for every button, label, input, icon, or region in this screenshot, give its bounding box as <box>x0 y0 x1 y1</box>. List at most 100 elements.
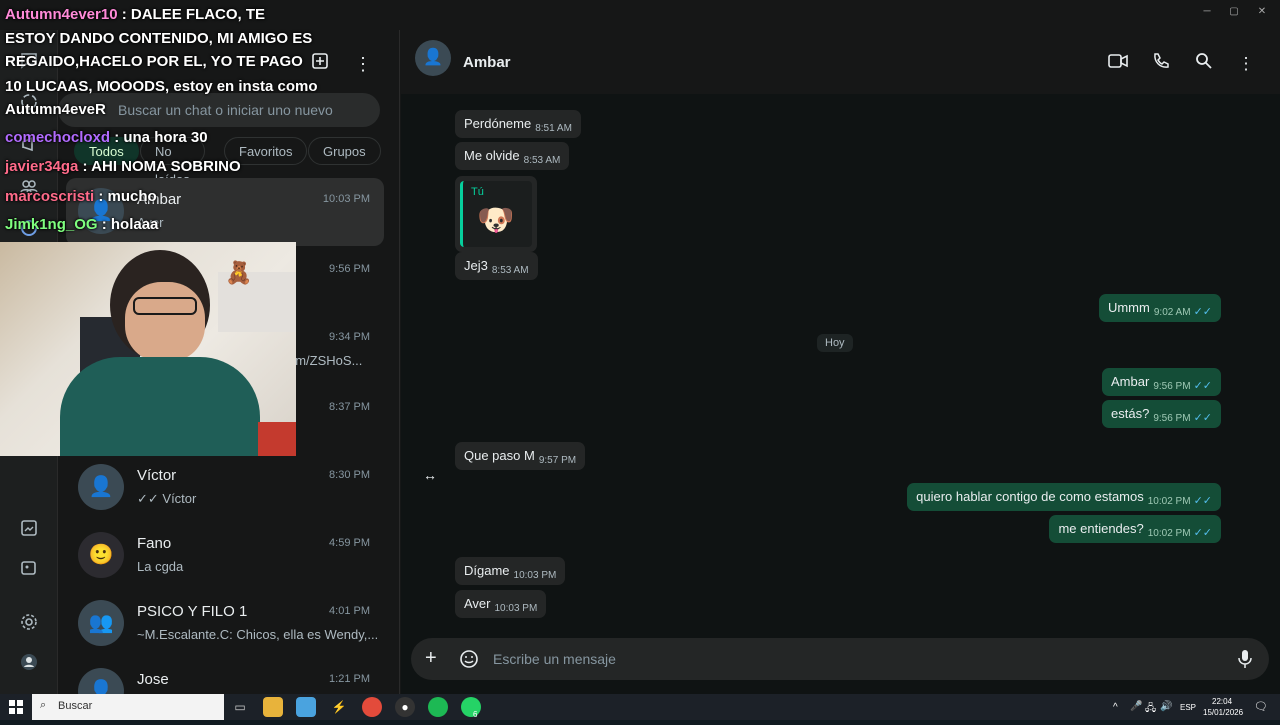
chat-time: 8:30 PM <box>329 469 370 481</box>
outgoing-message[interactable]: me entiendes? 10:02 PM ✓✓ <box>1049 515 1221 543</box>
notifications-icon[interactable]: 🗨 <box>1254 700 1268 713</box>
chat-row-fano[interactable]: 🙂 Fano 4:59 PM La cgda <box>58 522 400 590</box>
resize-cursor-icon: ↔ <box>423 467 437 483</box>
avatar: 🙂 <box>78 532 124 578</box>
chat-username: marcoscristi <box>5 188 95 205</box>
file-explorer-icon[interactable] <box>263 697 283 717</box>
language-indicator[interactable]: ESP <box>1180 703 1196 712</box>
app-icon[interactable]: ⚡ <box>329 697 349 717</box>
minimize-button[interactable]: ─ <box>1196 4 1218 20</box>
voice-call-icon[interactable] <box>1149 52 1173 76</box>
figure-icon: 🧸 <box>225 260 253 285</box>
message-text: Dígame <box>464 563 510 578</box>
contact-avatar[interactable]: 👤 <box>415 40 451 76</box>
clock-time[interactable]: 22:04 <box>1212 697 1232 706</box>
chat-name: Fano <box>137 535 172 552</box>
windows-start-icon[interactable] <box>9 700 23 719</box>
incoming-message[interactable]: Perdóneme 8:51 AM <box>455 110 581 138</box>
dog-sticker: 🐶 <box>477 204 515 237</box>
outgoing-message[interactable]: estás? 9:56 PM ✓✓ <box>1102 400 1221 428</box>
incoming-message[interactable]: Aver 10:03 PM <box>455 590 547 618</box>
message-input[interactable]: Escribe un mensaje <box>493 651 616 667</box>
stream-chat-line: javier34ga : AHI NOMA SOBRINO <box>5 158 241 175</box>
taskbar: ⌕ Buscar ▭ ⚡ ● 6 ^ 🎤 🖧 🔊 ESP 22:04 15/01… <box>0 694 1280 720</box>
message-text: estás? <box>1111 406 1150 421</box>
microphone-icon[interactable] <box>1237 649 1253 674</box>
outgoing-message[interactable]: Ummm 9:02 AM ✓✓ <box>1098 294 1221 322</box>
message-time: 10:02 PM <box>1147 496 1191 507</box>
reply-sender: Tú <box>471 186 484 198</box>
profile-icon[interactable] <box>17 652 41 676</box>
taskbar-search[interactable]: ⌕ Buscar <box>32 694 224 720</box>
menu-icon[interactable]: ⋮ <box>351 52 375 76</box>
notepad-icon[interactable] <box>296 697 316 717</box>
search-icon: ⌕ <box>40 699 47 711</box>
volume-icon[interactable]: 🔊 <box>1160 701 1172 712</box>
clock-date[interactable]: 15/01/2026 <box>1203 708 1243 717</box>
video-call-icon[interactable] <box>1106 52 1130 76</box>
stream-chat-line: ESTOY DANDO CONTENIDO, MI AMIGO ES <box>5 30 312 47</box>
task-view-icon[interactable]: ▭ <box>230 697 250 717</box>
sticker-icon[interactable] <box>459 649 479 674</box>
settings-icon[interactable] <box>17 612 41 636</box>
chat-text: : una hora 30 <box>110 129 208 146</box>
chat-username: Autumn4ever10 <box>5 6 118 23</box>
chat-row-psico[interactable]: 👥 PSICO Y FILO 1 4:01 PM ~M.Escalante.C:… <box>58 590 400 658</box>
chat-text: ESTOY DANDO CONTENIDO, MI AMIGO ES <box>5 30 313 47</box>
gallery-icon[interactable] <box>17 558 41 582</box>
chat-text: REGAIDO,HACELO POR EL, YO TE PAGO <box>5 53 303 70</box>
chat-name: Víctor <box>137 467 177 484</box>
stream-chat-line: Autumn4ever10 : DALEE FLACO, TE <box>5 6 265 23</box>
search-input[interactable]: Buscar un chat o iniciar uno nuevo <box>118 102 333 118</box>
chat-name: PSICO Y FILO 1 <box>137 603 248 620</box>
day-label: Hoy <box>817 334 853 352</box>
chat-menu-icon[interactable]: ⋮ <box>1234 52 1258 76</box>
conversation-header: 👤 Ambar ⋮ <box>401 30 1280 94</box>
chat-row-jose[interactable]: 👤 Jose 1:21 PM <box>58 658 400 694</box>
filter-grupos[interactable]: Grupos <box>308 137 381 165</box>
search-icon[interactable] <box>1192 52 1216 76</box>
message-time: 10:03 PM <box>513 570 557 581</box>
message-text: Me olvide <box>464 148 520 163</box>
close-button[interactable]: ✕ <box>1251 4 1273 20</box>
outgoing-message[interactable]: Ambar 9:56 PM ✓✓ <box>1102 368 1221 396</box>
taskbar-search-label: Buscar <box>58 700 93 712</box>
network-icon[interactable]: 🖧 <box>1145 701 1156 718</box>
chrome-icon[interactable] <box>362 697 382 717</box>
incoming-message[interactable]: Me olvide 8:53 AM <box>455 142 570 170</box>
message-time: 9:02 AM <box>1153 307 1191 318</box>
chat-time: 10:03 PM <box>322 193 370 205</box>
incoming-message[interactable]: Jej3 8:53 AM <box>455 252 538 280</box>
new-chat-icon[interactable] <box>308 52 332 76</box>
search-box[interactable]: Buscar un chat o iniciar uno nuevo <box>58 93 380 127</box>
read-receipt-icon: ✓✓ <box>1193 495 1212 507</box>
chat-preview: La cgda <box>137 559 184 574</box>
chat-username: javier34ga <box>5 158 79 175</box>
chat-time: 9:34 PM <box>329 331 370 343</box>
spotify-icon[interactable] <box>428 697 448 717</box>
tray-chevron-icon[interactable]: ^ <box>1113 702 1118 713</box>
message-text: quiero hablar contigo de como estamos <box>916 489 1144 504</box>
stream-chat-line: 10 LUCAAS, MOOODS, estoy en insta como <box>5 78 318 95</box>
outgoing-message[interactable]: quiero hablar contigo de como estamos 10:… <box>907 483 1221 511</box>
media-icon[interactable] <box>17 518 41 542</box>
contact-name[interactable]: Ambar <box>463 54 511 71</box>
maximize-button[interactable]: ▢ <box>1223 4 1245 20</box>
stream-chat-line: comechocloxd : una hora 30 <box>5 129 208 146</box>
message-time: 9:56 PM <box>1153 381 1191 392</box>
stream-chat-line: REGAIDO,HACELO POR EL, YO TE PAGO <box>5 53 303 70</box>
chat-time: 8:37 PM <box>329 401 370 413</box>
webcam-overlay: 🧸 <box>0 242 296 456</box>
quoted-image-message[interactable]: Tú 🐶 <box>455 176 537 252</box>
obs-icon[interactable]: ● <box>395 697 415 717</box>
mic-tray-icon[interactable]: 🎤 <box>1130 701 1142 712</box>
chat-text: 10 LUCAAS, MOOODS, estoy en insta como <box>5 78 318 95</box>
composer: + Escribe un mensaje <box>411 638 1269 680</box>
incoming-message[interactable]: Dígame 10:03 PM <box>455 557 566 585</box>
whatsapp-taskbar-icon[interactable]: 6 <box>461 697 481 719</box>
stream-chat-line: Autumn4eveR <box>5 101 106 118</box>
incoming-message[interactable]: Que paso M 9:57 PM <box>455 442 586 470</box>
chat-row-victor[interactable]: 👤 Víctor 8:30 PM ✓✓ Víctor <box>58 454 400 522</box>
message-text: Ambar <box>1111 374 1150 389</box>
attach-plus-icon[interactable]: + <box>425 648 437 668</box>
